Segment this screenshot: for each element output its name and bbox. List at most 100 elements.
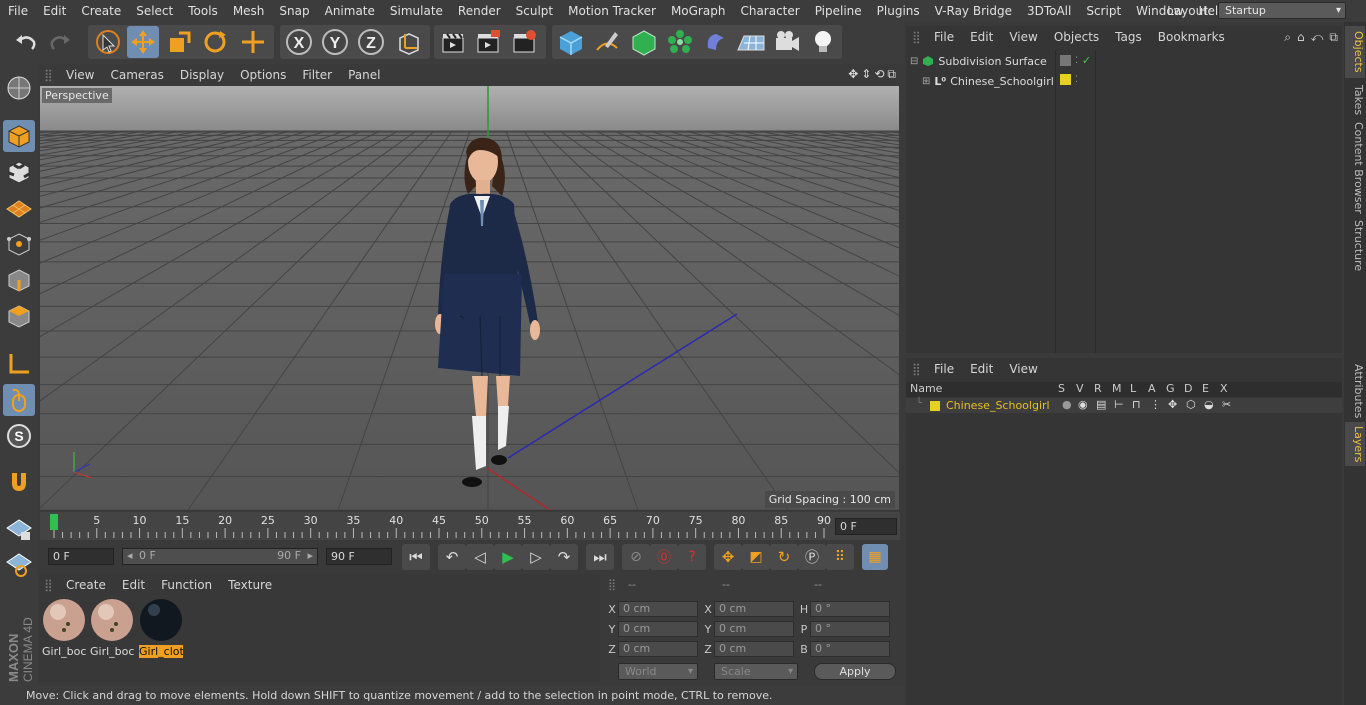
column-header[interactable]: S bbox=[1058, 382, 1065, 395]
menu-pipeline[interactable]: Pipeline bbox=[807, 4, 869, 18]
timeline-ruler[interactable]: 051015202530354045505560657075808590 0 F bbox=[40, 512, 900, 540]
pen-spline-button[interactable] bbox=[591, 26, 623, 58]
size-y-field[interactable]: 0 cm bbox=[714, 621, 794, 637]
camera-button[interactable] bbox=[771, 26, 803, 58]
range-left-arrow[interactable]: ◂ bbox=[127, 549, 133, 562]
dolly-icon[interactable]: ⇕ bbox=[861, 67, 871, 82]
polygon-mode-button[interactable] bbox=[3, 300, 35, 332]
material-swatch[interactable]: Girl_boc bbox=[42, 598, 88, 658]
visibility-dots-icon[interactable]: ⁚ bbox=[1075, 75, 1078, 85]
tab-takes[interactable]: Takes bbox=[1345, 82, 1365, 118]
floor-button[interactable] bbox=[735, 26, 767, 58]
current-frame-field[interactable]: 0 F bbox=[835, 518, 897, 535]
expand-icon[interactable]: ⊞ bbox=[922, 76, 930, 87]
animation-icon[interactable]: ⋮ bbox=[1150, 398, 1161, 411]
menu-select[interactable]: Select bbox=[128, 4, 180, 18]
menu-tools[interactable]: Tools bbox=[180, 4, 225, 18]
tab-structure[interactable]: Structure bbox=[1345, 218, 1365, 274]
menu-file[interactable]: File bbox=[0, 4, 35, 18]
maximize-icon[interactable]: ⧉ bbox=[887, 67, 896, 82]
viewport-menu-options[interactable]: Options bbox=[232, 68, 294, 82]
workplane-mode-button[interactable] bbox=[3, 192, 35, 224]
column-header[interactable]: A bbox=[1148, 382, 1156, 395]
column-header[interactable]: X bbox=[1220, 382, 1228, 395]
recent-tool-button[interactable] bbox=[237, 26, 269, 58]
layer-swatch-icon[interactable] bbox=[1060, 74, 1071, 85]
viewport-menu-view[interactable]: View bbox=[58, 68, 102, 82]
search-icon[interactable]: ⌕ bbox=[1284, 30, 1291, 45]
rotation-h-field[interactable]: 0 ° bbox=[810, 601, 890, 617]
material-menu-texture[interactable]: Texture bbox=[220, 578, 280, 592]
key-scale-button[interactable]: ◩ bbox=[742, 544, 770, 570]
column-header[interactable]: D bbox=[1184, 382, 1192, 395]
position-z-field[interactable]: 0 cm bbox=[618, 641, 698, 657]
menu-character[interactable]: Character bbox=[732, 4, 806, 18]
keyframe-selection-button[interactable]: ? bbox=[678, 544, 706, 570]
tweak-mode-button[interactable] bbox=[3, 384, 35, 416]
layer-color-icon[interactable] bbox=[930, 401, 940, 411]
render-picture-viewer-button[interactable] bbox=[472, 26, 504, 58]
tab-content-browser[interactable]: Content Browser bbox=[1345, 122, 1365, 214]
x-axis-button[interactable]: X bbox=[283, 26, 315, 58]
next-frame-button[interactable]: ▷ bbox=[522, 544, 550, 570]
range-right-arrow[interactable]: ▸ bbox=[307, 549, 313, 562]
solo-button[interactable]: S bbox=[3, 420, 35, 452]
menu-mograph[interactable]: MoGraph bbox=[663, 4, 733, 18]
deformer-icon[interactable]: ⬡ bbox=[1186, 398, 1196, 411]
y-axis-button[interactable]: Y bbox=[319, 26, 351, 58]
z-axis-button[interactable]: Z bbox=[355, 26, 387, 58]
go-to-start-button[interactable]: ⏮ bbox=[402, 544, 430, 570]
live-selection-button[interactable] bbox=[92, 26, 124, 58]
viewport-menu-filter[interactable]: Filter bbox=[294, 68, 340, 82]
render-view-button[interactable] bbox=[437, 26, 469, 58]
menu-vray-bridge[interactable]: V-Ray Bridge bbox=[927, 4, 1019, 18]
material-menu-function[interactable]: Function bbox=[153, 578, 220, 592]
column-header[interactable]: R bbox=[1094, 382, 1102, 395]
object-menu-file[interactable]: File bbox=[926, 30, 962, 44]
previous-frame-button[interactable]: ◁ bbox=[466, 544, 494, 570]
snap-button[interactable] bbox=[3, 466, 35, 498]
menu-motion-tracker[interactable]: Motion Tracker bbox=[560, 4, 663, 18]
key-parameter-button[interactable]: Ⓟ bbox=[798, 544, 826, 570]
render-settings-button[interactable] bbox=[508, 26, 540, 58]
rotation-b-field[interactable]: 0 ° bbox=[810, 641, 890, 657]
menu-simulate[interactable]: Simulate bbox=[382, 4, 450, 18]
column-header[interactable]: G bbox=[1166, 382, 1175, 395]
menu-create[interactable]: Create bbox=[73, 4, 128, 18]
layer-row[interactable]: └ Chinese_Schoolgirl ● ◉ ▤ ⊢ ⊓ ⋮ ✥ ⬡ ◒ ✂ bbox=[906, 398, 1342, 413]
coordinate-system-button[interactable] bbox=[393, 26, 425, 58]
apply-button[interactable]: Apply bbox=[814, 663, 896, 680]
lock-icon[interactable]: ⊓ bbox=[1132, 398, 1141, 411]
column-header[interactable]: L bbox=[1130, 382, 1136, 395]
object-menu-edit[interactable]: Edit bbox=[962, 30, 1001, 44]
layer-menu-edit[interactable]: Edit bbox=[962, 362, 1001, 376]
start-frame-field[interactable]: 0 F bbox=[48, 548, 114, 565]
object-row[interactable]: ⊞ L⁰ Chinese_Schoolgirl bbox=[922, 72, 1054, 90]
scale-tool-button[interactable] bbox=[163, 26, 195, 58]
rotation-p-field[interactable]: 0 ° bbox=[810, 621, 890, 637]
layer-menu-file[interactable]: File bbox=[926, 362, 962, 376]
size-mode-dropdown[interactable]: Scale bbox=[714, 663, 798, 680]
object-row[interactable]: ⊟ Subdivision Surface bbox=[910, 52, 1047, 70]
move-tool-button[interactable] bbox=[127, 26, 159, 58]
material-swatch[interactable]: Girl_boc bbox=[90, 598, 136, 658]
playhead-marker[interactable] bbox=[50, 514, 58, 530]
record-keys-button[interactable]: ⊘ bbox=[622, 544, 650, 570]
visibility-dots-icon[interactable]: ⁚ bbox=[1075, 56, 1078, 66]
axis-mode-button[interactable] bbox=[3, 348, 35, 380]
menu-edit[interactable]: Edit bbox=[35, 4, 73, 18]
manager-icon[interactable]: ⊢ bbox=[1114, 398, 1124, 411]
position-x-field[interactable]: 0 cm bbox=[618, 601, 698, 617]
back-icon[interactable]: ⤺ bbox=[1311, 30, 1324, 45]
collapse-icon[interactable]: ⊟ bbox=[910, 56, 918, 67]
orbit-icon[interactable]: ⟲ bbox=[874, 67, 884, 82]
object-menu-bookmarks[interactable]: Bookmarks bbox=[1150, 30, 1233, 44]
expression-icon[interactable]: ◒ bbox=[1204, 398, 1214, 411]
menu-plugins[interactable]: Plugins bbox=[869, 4, 927, 18]
size-x-field[interactable]: 0 cm bbox=[714, 601, 794, 617]
tab-layers[interactable]: Layers bbox=[1345, 422, 1365, 466]
key-rotation-button[interactable]: ↻ bbox=[770, 544, 798, 570]
model-mode-button[interactable] bbox=[3, 120, 35, 152]
column-header[interactable]: M bbox=[1112, 382, 1122, 395]
eye-icon[interactable]: ◉ bbox=[1078, 398, 1088, 411]
